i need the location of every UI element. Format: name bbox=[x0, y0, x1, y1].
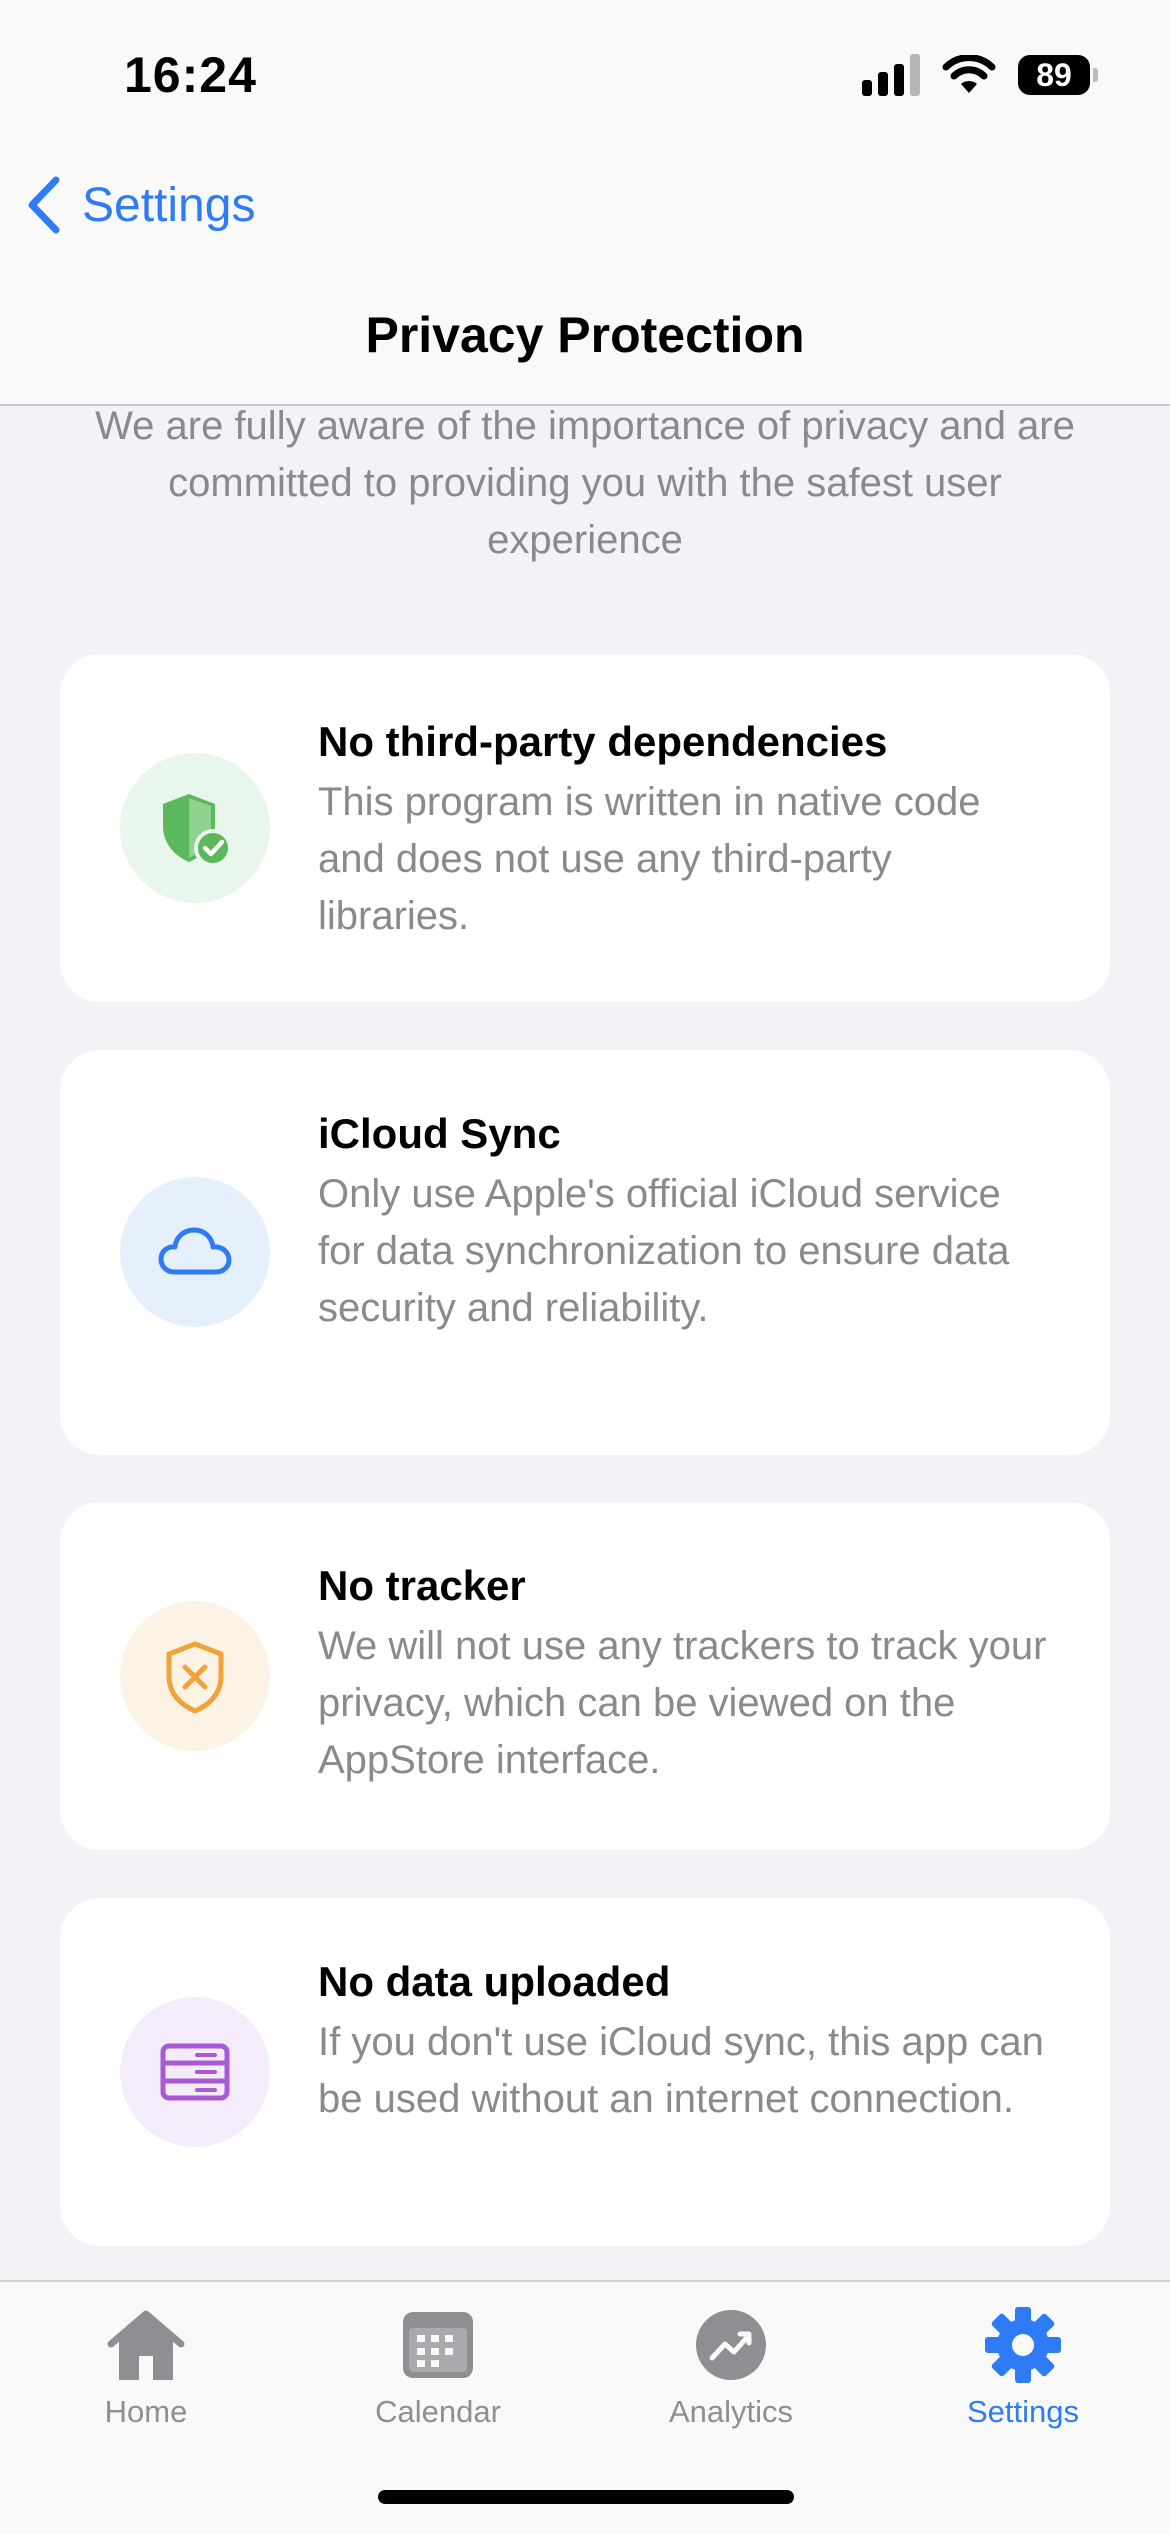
card-title: No tracker bbox=[318, 1562, 526, 1609]
calendar-icon bbox=[403, 2312, 473, 2378]
card-icon-container bbox=[120, 753, 270, 903]
tab-label: Settings bbox=[966, 2394, 1079, 2429]
card-icon-container bbox=[120, 1177, 270, 1327]
status-icons: 89 bbox=[862, 54, 1098, 96]
tab-home[interactable]: Home bbox=[31, 2302, 261, 2430]
back-button-label: Settings bbox=[82, 178, 256, 232]
card-description: We will not use any trackers to track yo… bbox=[318, 1624, 1047, 1782]
tab-settings[interactable]: Settings bbox=[908, 2302, 1138, 2430]
card-no-third-party: No third-party dependencies This program… bbox=[60, 654, 1110, 1002]
card-description: Only use Apple's official iCloud service… bbox=[318, 1172, 1010, 1330]
card-no-data-uploaded: No data uploaded If you don't use iCloud… bbox=[60, 1898, 1110, 2246]
card-description: If you don't use iCloud sync, this app c… bbox=[318, 2020, 1044, 2121]
card-icon-container bbox=[120, 1997, 270, 2147]
home-icon bbox=[107, 2310, 185, 2380]
tab-calendar[interactable]: Calendar bbox=[323, 2302, 553, 2430]
battery-level: 89 bbox=[1036, 56, 1072, 93]
analytics-icon bbox=[696, 2310, 766, 2380]
battery-icon: 89 bbox=[1018, 55, 1098, 95]
card-description: This program is written in native code a… bbox=[318, 780, 981, 938]
server-icon bbox=[160, 2043, 230, 2101]
shield-x-icon bbox=[166, 1641, 224, 1714]
status-bar: 16:24 89 bbox=[0, 0, 1170, 150]
cellular-signal-icon bbox=[862, 54, 920, 96]
tab-label: Analytics bbox=[668, 2394, 794, 2429]
card-title: No data uploaded bbox=[318, 1958, 671, 2005]
status-time: 16:24 bbox=[124, 47, 257, 103]
card-icon-container bbox=[120, 1601, 270, 1751]
cloud-icon bbox=[158, 1227, 232, 1275]
card-no-tracker: No tracker We will not use any trackers … bbox=[60, 1502, 1110, 1850]
wifi-icon bbox=[942, 55, 996, 93]
tab-label: Calendar bbox=[375, 2394, 501, 2429]
tab-analytics[interactable]: Analytics bbox=[616, 2302, 846, 2430]
card-title: iCloud Sync bbox=[318, 1110, 561, 1157]
tab-label: Home bbox=[104, 2394, 188, 2429]
page-title: Privacy Protection bbox=[365, 307, 805, 363]
back-button[interactable]: Settings bbox=[24, 174, 255, 236]
gear-icon bbox=[985, 2307, 1061, 2383]
navigation-header: Settings Privacy Protection bbox=[0, 150, 1170, 406]
intro-text: We are fully aware of the importance of … bbox=[95, 404, 1075, 562]
card-title: No third-party dependencies bbox=[318, 718, 888, 765]
shield-check-icon bbox=[163, 794, 232, 867]
chevron-left-icon bbox=[28, 176, 60, 234]
home-indicator bbox=[378, 2490, 794, 2504]
card-icloud-sync: iCloud Sync Only use Apple's official iC… bbox=[60, 1050, 1110, 1455]
